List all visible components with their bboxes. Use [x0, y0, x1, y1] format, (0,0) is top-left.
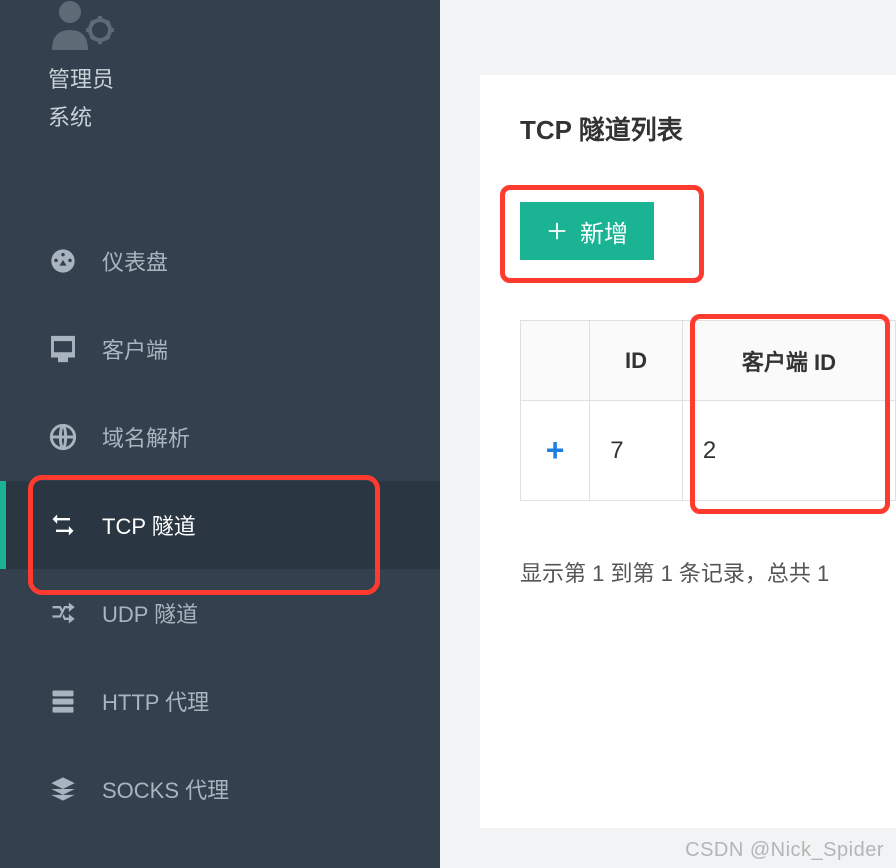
sidebar-item-http-proxy[interactable]: HTTP 代理 — [0, 657, 440, 745]
table-row: + 7 2 — [521, 401, 896, 501]
cell-client-id: 2 — [682, 401, 895, 501]
table-header-row: ID 客户端 ID — [521, 321, 896, 401]
sidebar-item-label: TCP 隧道 — [102, 509, 196, 541]
expand-cell: + — [521, 401, 590, 501]
monitor-icon — [48, 334, 78, 364]
table-header-expand[interactable] — [521, 321, 590, 401]
sidebar-item-dashboard[interactable]: 仪表盘 — [0, 217, 440, 305]
nav-menu: 仪表盘 客户端 域名解析 TCP 隧道 UDP 隧道 — [0, 217, 440, 833]
sidebar-item-tcp-tunnel[interactable]: TCP 隧道 — [0, 481, 440, 569]
pagination-info: 显示第 1 到第 1 条记录，总共 1 — [520, 556, 896, 588]
user-role-label: 管理员 — [48, 62, 392, 94]
main-content: TCP 隧道列表 新增 ID 客户端 ID + 7 2 — [440, 0, 896, 868]
sidebar-item-udp-tunnel[interactable]: UDP 隧道 — [0, 569, 440, 657]
sidebar: 管理员 系统 仪表盘 客户端 域名解析 TCP 隧道 — [0, 0, 440, 868]
sidebar-item-dns[interactable]: 域名解析 — [0, 393, 440, 481]
tunnel-table: ID 客户端 ID + 7 2 — [520, 320, 896, 501]
sidebar-item-label: HTTP 代理 — [102, 685, 209, 717]
card-title: TCP 隧道列表 — [520, 110, 896, 147]
sidebar-item-label: UDP 隧道 — [102, 597, 198, 629]
plus-icon — [546, 220, 568, 242]
user-system-label[interactable]: 系统 — [48, 100, 392, 132]
sidebar-item-label: 客户端 — [102, 333, 168, 365]
sidebar-item-label: 仪表盘 — [102, 245, 168, 277]
sidebar-item-socks-proxy[interactable]: SOCKS 代理 — [0, 745, 440, 833]
expand-row-icon[interactable]: + — [546, 432, 565, 468]
swap-icon — [48, 510, 78, 540]
add-button[interactable]: 新增 — [520, 202, 654, 260]
dashboard-icon — [48, 246, 78, 276]
user-cog-icon — [48, 0, 118, 50]
watermark: CSDN @Nick_Spider — [685, 839, 884, 862]
user-section: 管理员 系统 — [0, 0, 440, 162]
sidebar-item-label: 域名解析 — [102, 421, 190, 453]
cell-id: 7 — [590, 401, 683, 501]
globe-icon — [48, 422, 78, 452]
tunnel-list-card: TCP 隧道列表 新增 ID 客户端 ID + 7 2 — [480, 75, 896, 828]
sidebar-item-label: SOCKS 代理 — [102, 773, 229, 805]
table-header-client-id[interactable]: 客户端 ID — [682, 321, 895, 401]
table-header-id[interactable]: ID — [590, 321, 683, 401]
layers-icon — [48, 774, 78, 804]
sidebar-item-client[interactable]: 客户端 — [0, 305, 440, 393]
server-icon — [48, 686, 78, 716]
add-button-label: 新增 — [580, 214, 628, 249]
shuffle-icon — [48, 598, 78, 628]
